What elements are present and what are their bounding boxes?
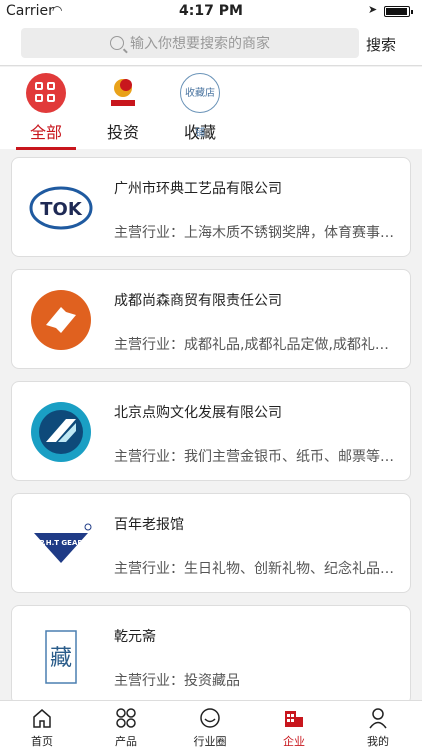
tab-invest[interactable]: 投资 (93, 73, 153, 147)
location-icon: ➤ (368, 3, 378, 16)
active-tab-indicator (16, 147, 76, 150)
company-card[interactable]: 藏 乾元斋 主营行业：投资藏品 (11, 605, 411, 705)
category-tabs: 全部 投资 收藏店铺 收藏 (0, 67, 422, 150)
invest-logo-icon (103, 73, 143, 113)
company-business: 主营行业：上海木质不锈钢奖牌，体育赛事奖牌 (114, 225, 400, 241)
tabbar-label: 企业 (283, 735, 305, 748)
company-logo (28, 285, 94, 355)
company-name: 广州市环典工艺品有限公司 (114, 181, 282, 197)
logo-text: 藏 (50, 646, 72, 671)
tabbar-label: 产品 (115, 735, 137, 748)
battery-icon (384, 6, 413, 17)
bottom-tab-bar: 首页 产品 行业圈 企业 我的 (0, 700, 422, 750)
search-icon (110, 36, 124, 50)
company-logo: TOK (28, 173, 94, 243)
logo-text: P.H.T GEAR (39, 539, 83, 547)
tab-collect[interactable]: 收藏店铺 收藏 (170, 73, 230, 147)
tab-label: 全部 (29, 123, 62, 142)
company-business: 主营行业：成都礼品,成都礼品定做,成都礼品公司 (114, 337, 400, 353)
company-business: 主营行业：投资藏品 (114, 673, 240, 689)
home-icon (31, 707, 53, 729)
status-time: 4:17 PM (179, 3, 243, 19)
tabbar-circle[interactable]: 行业圈 (180, 707, 240, 749)
profile-icon (367, 707, 389, 729)
tabbar-enterprise[interactable]: 企业 (264, 707, 324, 749)
tab-all[interactable]: 全部 (16, 73, 76, 150)
company-card[interactable]: 成都尚森商贸有限责任公司 主营行业：成都礼品,成都礼品定做,成都礼品公司 (11, 269, 411, 369)
logo-text: TOK (40, 199, 83, 220)
circle-icon (199, 707, 221, 729)
company-card[interactable]: P.H.T GEAR 百年老报馆 主营行业：生日礼物、创新礼物、纪念礼品定制 (11, 493, 411, 593)
search-row: 输入你想要搜索的商家 搜索 (0, 22, 422, 66)
company-logo: 藏 (28, 621, 94, 691)
company-name: 百年老报馆 (114, 517, 184, 533)
company-logo: P.H.T GEAR (28, 509, 94, 579)
company-logo (28, 397, 94, 467)
status-bar: Carrier ◠ 4:17 PM ➤ (0, 0, 422, 22)
tabbar-label: 首页 (31, 735, 53, 748)
collect-stamp-icon: 收藏店铺 (180, 73, 220, 139)
search-button[interactable]: 搜索 (366, 34, 396, 55)
company-business: 主营行业：我们主营金银币、纸币、邮票等收藏品 (114, 449, 400, 465)
search-placeholder: 输入你想要搜索的商家 (130, 36, 270, 52)
tab-label: 投资 (106, 123, 139, 142)
products-icon (115, 707, 137, 729)
company-name: 成都尚森商贸有限责任公司 (114, 293, 282, 309)
enterprise-icon (283, 707, 305, 729)
company-card[interactable]: 北京点购文化发展有限公司 主营行业：我们主营金银币、纸币、邮票等收藏品 (11, 381, 411, 481)
company-name: 北京点购文化发展有限公司 (114, 405, 282, 421)
tabbar-home[interactable]: 首页 (12, 707, 72, 749)
tabbar-profile[interactable]: 我的 (348, 707, 408, 749)
tabbar-label: 我的 (367, 735, 389, 748)
tabbar-products[interactable]: 产品 (96, 707, 156, 749)
grid-icon (26, 73, 66, 113)
company-business: 主营行业：生日礼物、创新礼物、纪念礼品定制 (114, 561, 400, 577)
company-card[interactable]: TOK 广州市环典工艺品有限公司 主营行业：上海木质不锈钢奖牌，体育赛事奖牌 (11, 157, 411, 257)
search-input[interactable]: 输入你想要搜索的商家 (21, 28, 359, 58)
tabbar-label: 行业圈 (193, 735, 227, 748)
company-name: 乾元斋 (114, 629, 156, 645)
